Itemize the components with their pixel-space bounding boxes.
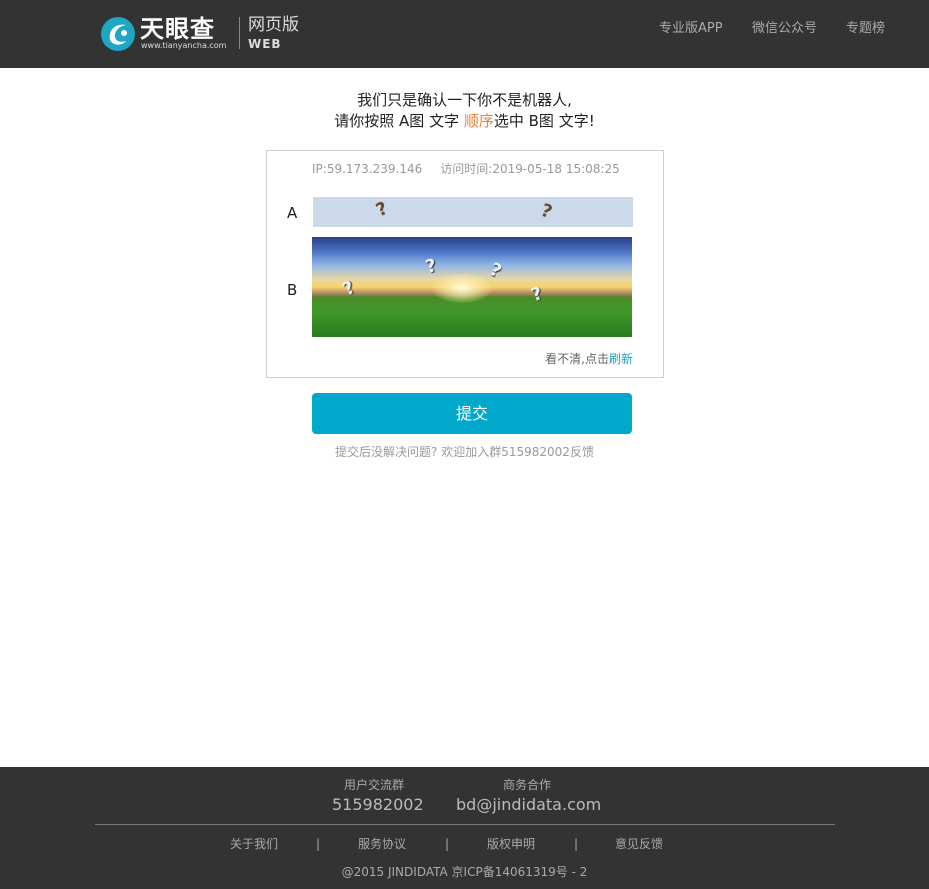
- logo-edition-en: WEB: [248, 37, 282, 51]
- logo-divider: [239, 17, 240, 49]
- ip-value: 59.173.239.146: [326, 162, 423, 176]
- image-b-glyph-3[interactable]: ?: [486, 259, 504, 282]
- footer-copyright: @2015 JINDIDATA 京ICP备14061319号 - 2: [341, 865, 588, 879]
- visit-time-label: 访问时间:: [440, 162, 493, 176]
- nav-wechat-account[interactable]: 微信公众号: [752, 20, 817, 38]
- tianyancha-logo-icon: [101, 17, 135, 51]
- image-a-glyph-2: ?: [537, 199, 555, 224]
- image-a-glyph-1: ?: [372, 197, 392, 222]
- footer-divider: [95, 824, 835, 825]
- top-bar: 天眼查 www.tianyancha.com 网页版 WEB 专业版APP 微信…: [0, 0, 929, 68]
- captcha-panel: IP:59.173.239.146 访问时间:2019-05-18 15:08:2…: [266, 150, 664, 378]
- visit-meta: IP:59.173.239.146 访问时间:2019-05-18 15:08:2…: [312, 161, 620, 177]
- instructions-line-2-end: 选中 B图 文字!: [493, 112, 595, 130]
- nav-pro-app[interactable]: 专业版APP: [659, 20, 723, 38]
- logo-name-cn: 天眼查: [140, 15, 215, 43]
- sun-glow: [432, 273, 492, 303]
- instructions-line-2-start: 请你按照 A图 文字: [334, 112, 464, 130]
- refresh-hint: 看不清,点击刷新: [545, 351, 633, 367]
- captcha-instructions: 我们只是确认一下你不是机器人, 请你按照 A图 文字 顺序选中 B图 文字!: [0, 90, 929, 132]
- footer-user-group: 用户交流群 515982002: [332, 777, 424, 816]
- footer: 用户交流群 515982002 商务合作 bd@jindidata.com 关于…: [0, 767, 929, 889]
- footer-link-copyright[interactable]: 版权申明: [487, 836, 535, 852]
- footer-link-about[interactable]: 关于我们: [230, 836, 278, 852]
- captcha-image-a: ? ?: [313, 197, 633, 227]
- instructions-line-2: 请你按照 A图 文字 顺序选中 B图 文字!: [0, 111, 929, 132]
- visit-time-value: 2019-05-18 15:08:25: [492, 162, 620, 176]
- business-email[interactable]: bd@jindidata.com: [456, 794, 601, 816]
- nav-topics-ranking[interactable]: 专题榜: [846, 20, 885, 38]
- logo-url-text: www.tianyancha.com: [141, 41, 227, 50]
- image-b-glyph-2[interactable]: ?: [423, 255, 439, 278]
- captcha-image-b[interactable]: ? ? ? ?: [312, 237, 632, 337]
- image-a-label: A: [287, 204, 298, 222]
- business-title: 商务合作: [502, 778, 551, 792]
- ip-label: IP:: [312, 162, 327, 176]
- refresh-hint-text: 看不清,点击: [545, 352, 609, 366]
- logo-edition-cn: 网页版: [248, 15, 299, 35]
- footer-separator: |: [445, 837, 450, 851]
- image-b-label: B: [287, 281, 298, 299]
- footer-separator: |: [316, 837, 321, 851]
- submit-button[interactable]: 提交: [312, 393, 632, 434]
- refresh-link[interactable]: 刷新: [609, 352, 633, 366]
- instructions-line-1: 我们只是确认一下你不是机器人,: [357, 91, 572, 109]
- image-b-glyph-1[interactable]: ?: [339, 277, 359, 300]
- footer-business: 商务合作 bd@jindidata.com: [456, 777, 601, 816]
- user-group-title: 用户交流群: [343, 778, 404, 792]
- instructions-order-highlight: 顺序: [463, 112, 494, 130]
- feedback-hint: 提交后没解决问题? 欢迎加入群515982002反馈: [335, 445, 594, 459]
- footer-separator: |: [574, 837, 579, 851]
- image-b-glyph-4[interactable]: ?: [529, 283, 546, 306]
- footer-link-feedback[interactable]: 意见反馈: [615, 836, 663, 852]
- user-group-number: 515982002: [332, 795, 424, 814]
- footer-link-terms[interactable]: 服务协议: [358, 836, 406, 852]
